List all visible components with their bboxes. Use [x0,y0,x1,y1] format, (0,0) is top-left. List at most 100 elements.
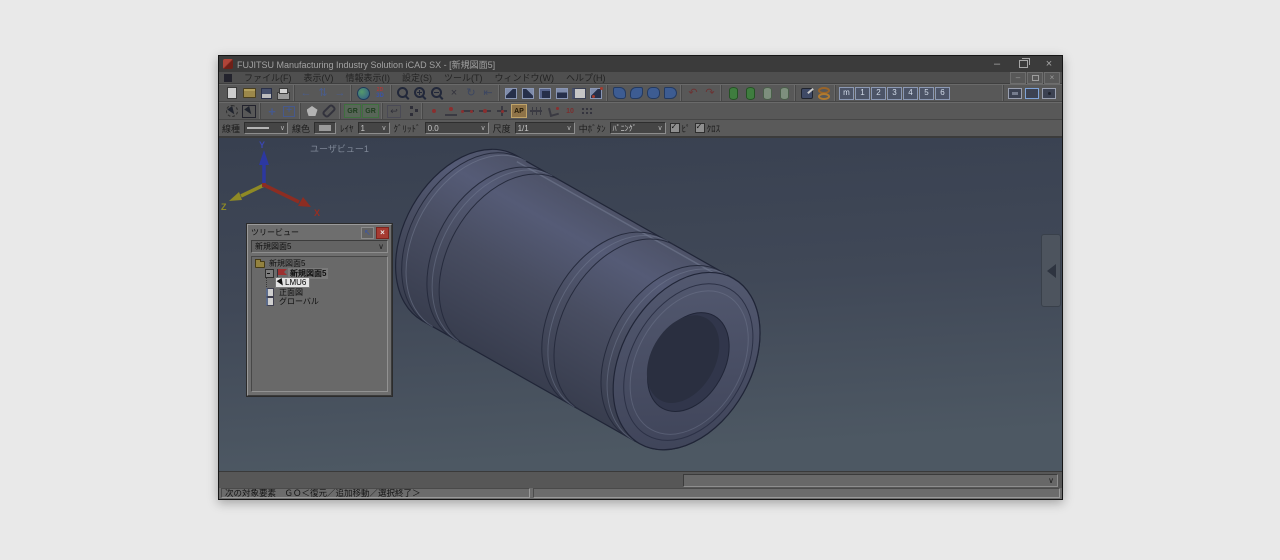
mode-4-button[interactable]: 4 [903,87,918,100]
menu-window[interactable]: ウィンドウ(W) [489,71,561,84]
segment-ends-icon[interactable] [460,104,476,119]
save-icon[interactable] [258,86,274,101]
mode-3-button[interactable]: 3 [887,87,902,100]
point-on-line-icon[interactable] [443,104,459,119]
angle-point-icon[interactable] [545,104,561,119]
mode-6-button[interactable]: 6 [935,87,950,100]
grid-combo[interactable]: 0.0∨ [425,122,489,134]
polygon-icon[interactable] [304,104,320,119]
cube-points-icon[interactable] [588,86,604,101]
iso-view-icon-3[interactable] [537,86,553,101]
solid-cylinder-icon-1[interactable] [725,86,741,101]
undo-icon[interactable]: ↶ [685,86,701,101]
rings-icon[interactable] [816,86,832,101]
hollow-cylinder-icon-1[interactable] [759,86,775,101]
iso-view-icon-1[interactable] [503,86,519,101]
grid-points-icon[interactable] [579,104,595,119]
app-window: FUJITSU Manufacturing Industry Solution … [218,55,1063,500]
middle-button-value: ﾊﾟﾆﾝｸﾞ [613,123,637,134]
midpoint-icon[interactable] [477,104,493,119]
intersection-icon[interactable] [494,104,510,119]
tree-pin-button[interactable]: ↖ [361,227,374,239]
menu-settings[interactable]: 設定(S) [396,71,438,84]
panel-collapse-tab[interactable] [1041,234,1061,307]
select-lasso-icon[interactable] [224,104,240,119]
shading-icon-1[interactable] [611,86,627,101]
restore-button[interactable] [1010,56,1036,72]
tree-close-button[interactable]: × [376,227,389,239]
menu-help[interactable]: ヘルプ(H) [560,71,612,84]
zoom-out-icon[interactable] [429,86,445,101]
solid-cylinder-icon-2[interactable] [742,86,758,101]
command-input-combo[interactable]: ∨ [683,474,1058,487]
iso-view-icon-2[interactable] [520,86,536,101]
close-button[interactable]: × [1036,56,1062,72]
move-cross-icon[interactable]: + [264,104,280,119]
point-icon[interactable] [426,104,442,119]
tree-item-global[interactable]: グローバル [252,297,387,307]
gr-button-1[interactable]: GR [344,104,361,118]
viewport: Y X Z ユーザビュー1 ツリービュー ↖ × 新規図面5 ∨ [219,138,1062,471]
linecolor-swatch[interactable] [314,122,336,134]
redo-icon[interactable]: ↷ [702,86,718,101]
linetype-combo[interactable]: ∨ [244,122,288,134]
zoom-previous-icon[interactable]: ⇤ [480,86,496,101]
pitch-10-button[interactable]: 10 [562,104,578,119]
menu-file[interactable]: ファイル(F) [238,71,298,84]
child-minimize-button[interactable]: – [1010,72,1026,84]
drawing-book-icon[interactable] [571,86,587,101]
cross-checkbox[interactable]: ｸﾛｽ [695,122,721,135]
branch-arrow-icon[interactable]: ⇅ [315,86,331,101]
open-file-icon[interactable] [241,86,257,101]
tree-item-lmu6[interactable]: LMU6 [252,278,387,288]
clip-icon[interactable] [321,104,337,119]
tree-drawing-combo[interactable]: 新規図面5 ∨ [251,240,388,253]
shading-icon-2[interactable] [628,86,644,101]
child-window-icon[interactable] [224,74,232,82]
iso-view-icon-4[interactable] [554,86,570,101]
shading-icon-3[interactable] [645,86,661,101]
screen-window-icon[interactable] [1024,86,1040,101]
move-cross-box-icon[interactable] [281,104,297,119]
hand-pen-icon[interactable] [799,86,815,101]
print-icon[interactable] [275,86,291,101]
zoom-refresh-icon[interactable]: ↻ [463,86,479,101]
menu-tools[interactable]: ツール(T) [438,71,489,84]
tree-item-model[interactable]: 新規図面5 [252,269,387,279]
ap-button[interactable]: AP [511,104,527,118]
zoom-icon[interactable] [395,86,411,101]
zoom-cancel-icon[interactable]: × [446,86,462,101]
mode-2d3d-icon[interactable] [372,86,388,101]
scale-combo[interactable]: 1/1∨ [515,122,575,134]
back-arrow-icon[interactable]: ← [298,86,314,101]
menu-info-display[interactable]: 情報表示(I) [340,71,397,84]
minimize-button[interactable]: – [984,56,1010,72]
pick-checkbox[interactable]: ﾋﾟ [670,122,691,135]
middle-button-combo[interactable]: ﾊﾟﾆﾝｸﾞ∨ [610,122,666,134]
child-restore-button[interactable] [1027,72,1043,84]
screen-fit-icon[interactable] [1007,86,1023,101]
shading-icon-4[interactable] [662,86,678,101]
node-branch-icon[interactable] [403,104,419,119]
zoom-in-icon[interactable] [412,86,428,101]
globe-icon[interactable] [355,86,371,101]
hollow-cylinder-icon-2[interactable] [776,86,792,101]
gr-button-2[interactable]: GR [362,104,379,118]
divide-line-icon[interactable] [528,104,544,119]
menu-view[interactable]: 表示(V) [298,71,340,84]
new-file-icon[interactable] [224,86,240,101]
toolbar-row-2: + GRGR AP 10 [219,102,1062,120]
mode-m-button[interactable]: m [839,87,854,100]
forward-arrow-icon[interactable]: → [332,86,348,101]
select-box-icon[interactable] [241,104,257,119]
mode-2-button[interactable]: 2 [871,87,886,100]
layer-combo[interactable]: 1∨ [358,122,390,134]
return-box-icon[interactable] [386,104,402,119]
expander-icon[interactable] [265,269,274,278]
zoom-group: ×↻⇤ [391,85,499,101]
mode-5-button[interactable]: 5 [919,87,934,100]
screen-center-icon[interactable] [1041,86,1057,101]
axis-z-label: Z [221,202,227,212]
child-close-button[interactable]: × [1044,72,1060,84]
mode-1-button[interactable]: 1 [855,87,870,100]
